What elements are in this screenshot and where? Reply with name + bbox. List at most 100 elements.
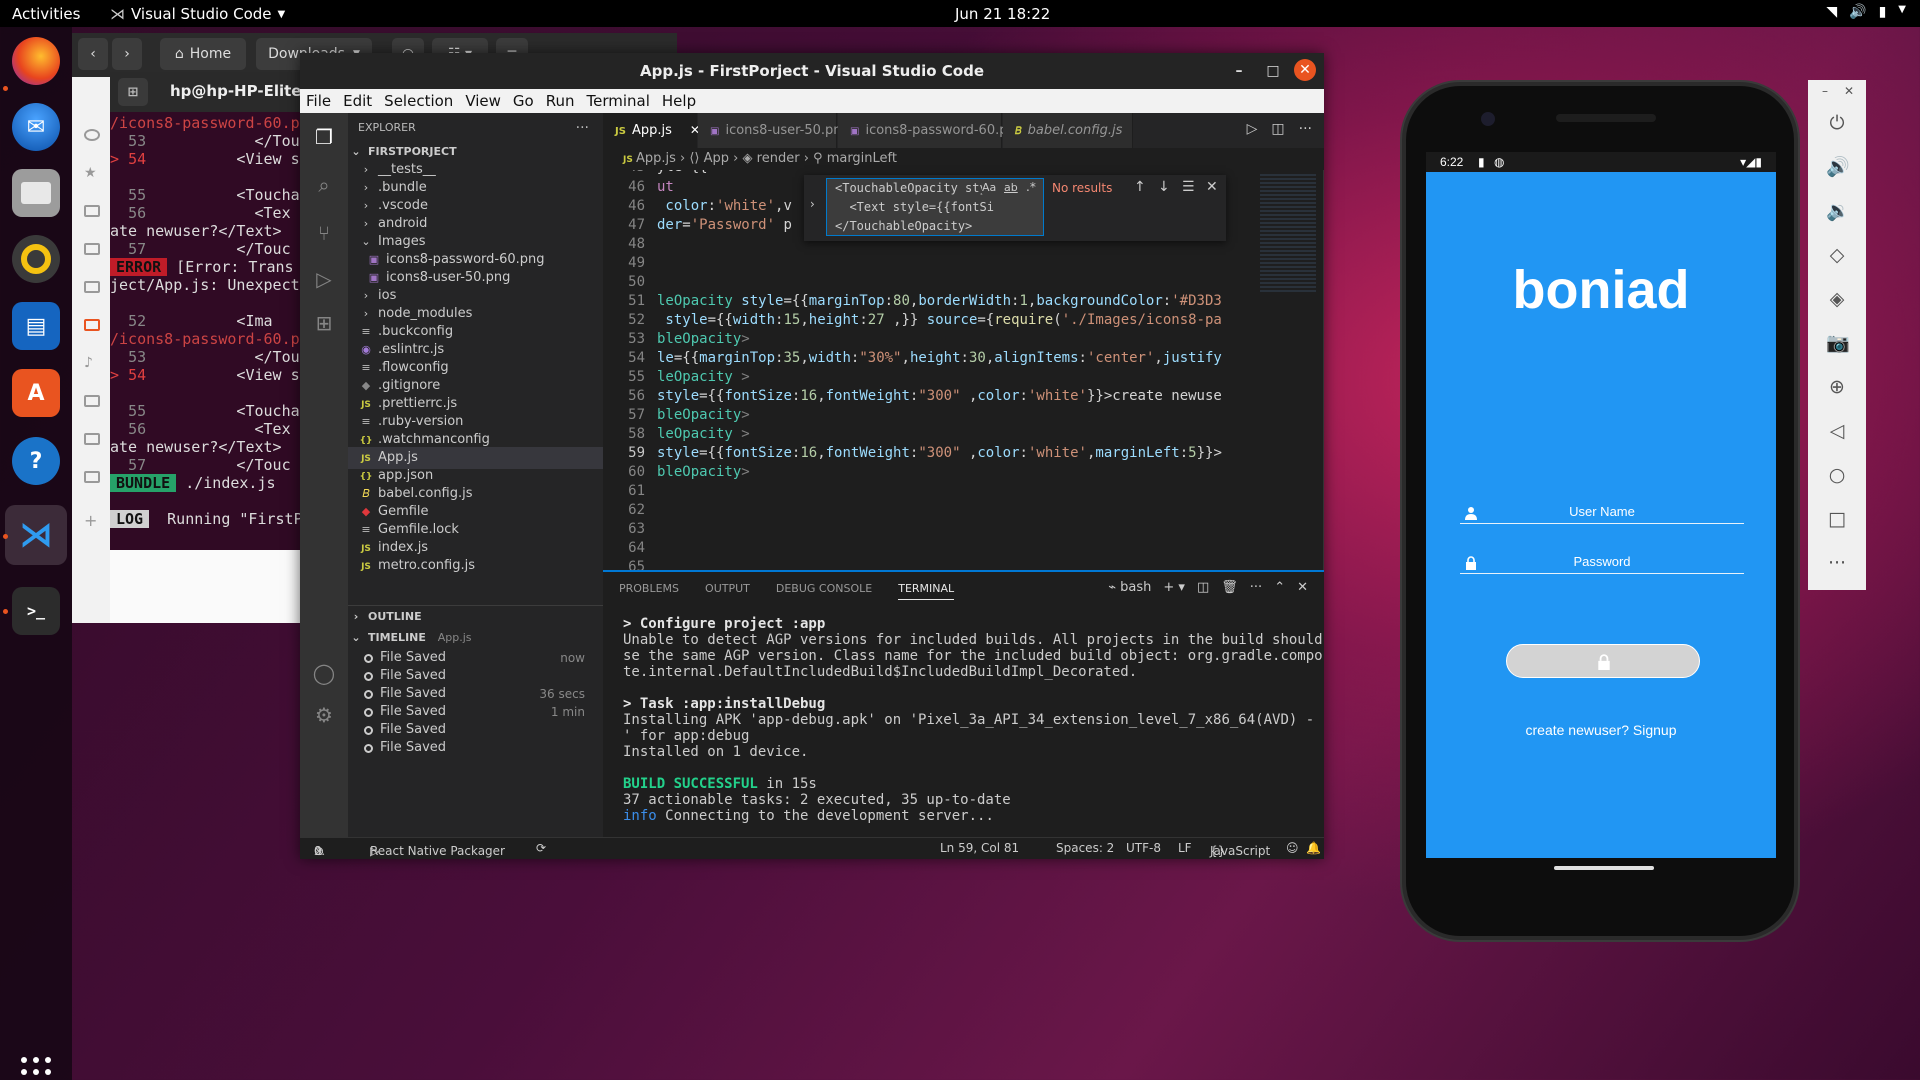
rotate-right-icon[interactable]: ◈: [1826, 288, 1848, 310]
extensions-icon[interactable]: ⊞: [312, 311, 336, 335]
vscode-icon[interactable]: ⋊: [12, 511, 60, 559]
integrated-terminal-output[interactable]: > Configure project :app Unable to detect…: [623, 616, 1324, 824]
end-of-line[interactable]: LF: [1178, 841, 1192, 855]
run-icon[interactable]: ▷: [1247, 121, 1258, 137]
cursor-position[interactable]: Ln 59, Col 81: [940, 841, 1019, 855]
breadcrumb-item[interactable]: App: [704, 151, 729, 166]
documents-icon[interactable]: [84, 281, 100, 293]
previous-match-icon[interactable]: ↑: [1134, 179, 1146, 195]
system-tray[interactable]: ◥ 🔊 ▮ ▼: [1826, 4, 1906, 20]
panel-tab-output[interactable]: OUTPUT: [705, 582, 750, 600]
menu-item-go[interactable]: Go: [507, 92, 540, 110]
kill-terminal-icon[interactable]: 🗑: [1221, 580, 1238, 595]
gesture-nav-bar[interactable]: [1554, 866, 1654, 870]
files-icon[interactable]: [12, 169, 60, 217]
rhythmbox-icon[interactable]: [12, 235, 60, 283]
terminal-icon[interactable]: >_: [12, 587, 60, 635]
volume-up-icon[interactable]: 🔊: [1826, 156, 1850, 178]
explorer-icon[interactable]: ❐: [312, 125, 336, 149]
breadcrumb-item[interactable]: render: [757, 151, 800, 166]
username-field[interactable]: User Name: [1460, 504, 1744, 524]
regex-icon[interactable]: .*: [1026, 180, 1036, 194]
close-icon[interactable]: ✕: [1294, 59, 1316, 81]
minimap[interactable]: [1260, 174, 1316, 294]
outline-section-header[interactable]: › OUTLINE: [348, 605, 603, 627]
close-icon[interactable]: ✕: [1844, 84, 1854, 98]
menu-item-terminal[interactable]: Terminal: [581, 92, 656, 110]
shell-selector[interactable]: ⌁ bash: [1108, 580, 1151, 595]
password-field[interactable]: Password: [1460, 554, 1744, 574]
pictures-icon[interactable]: [84, 395, 100, 407]
home-path-button[interactable]: ⌂ Home: [160, 38, 246, 70]
activities-button[interactable]: Activities: [12, 5, 80, 23]
find-in-selection-icon[interactable]: ☰: [1182, 179, 1195, 195]
maximize-icon[interactable]: □: [1264, 62, 1282, 80]
firefox-icon[interactable]: [12, 37, 60, 85]
new-terminal-icon[interactable]: + ▾: [1163, 580, 1185, 595]
menu-item-file[interactable]: File: [300, 92, 337, 110]
menu-item-selection[interactable]: Selection: [378, 92, 459, 110]
more-actions-icon[interactable]: ···: [1299, 121, 1312, 137]
desktop-icon[interactable]: [84, 243, 100, 255]
timeline-item[interactable]: File Saved: [348, 737, 603, 759]
downloads-icon[interactable]: [84, 319, 100, 331]
match-whole-word-icon[interactable]: ab: [1004, 181, 1018, 194]
sync-icon[interactable]: ⟳: [536, 841, 546, 855]
maximize-panel-icon[interactable]: ⌃: [1274, 580, 1285, 595]
editor-tab[interactable]: ▣ icons8-user-50.png: [698, 113, 850, 148]
software-icon[interactable]: A: [12, 369, 60, 417]
match-case-icon[interactable]: Aa: [982, 181, 997, 194]
minimize-icon[interactable]: –: [1230, 62, 1248, 80]
feedback-icon[interactable]: ☺: [1286, 841, 1299, 855]
overview-icon[interactable]: □: [1826, 508, 1848, 530]
show-applications-button[interactable]: [21, 1057, 51, 1080]
search-icon[interactable]: ⌕: [312, 173, 336, 197]
close-find-icon[interactable]: ✕: [1206, 179, 1218, 195]
menu-item-help[interactable]: Help: [656, 92, 702, 110]
volume-down-icon[interactable]: 🔉: [1826, 200, 1850, 222]
videos-icon[interactable]: [84, 433, 100, 445]
menu-item-run[interactable]: Run: [540, 92, 581, 110]
close-panel-icon[interactable]: ✕: [1297, 580, 1308, 595]
file-tree-item[interactable]: JS metro.config.js: [348, 555, 603, 577]
account-icon[interactable]: ◯: [312, 661, 336, 685]
home-icon[interactable]: [84, 205, 100, 217]
split-editor-icon[interactable]: ◫: [1271, 121, 1284, 137]
home-icon[interactable]: ○: [1826, 464, 1848, 486]
back-button[interactable]: ‹: [78, 38, 108, 70]
split-terminal-icon[interactable]: ◫: [1197, 580, 1209, 595]
writer-icon[interactable]: ▤: [12, 302, 60, 350]
source-control-icon[interactable]: ⑂: [312, 221, 336, 245]
editor-tab[interactable]: ▣ icons8-password-60.png: [838, 113, 1024, 148]
more-actions-icon[interactable]: ···: [576, 117, 589, 139]
panel-tab-debug-console[interactable]: DEBUG CONSOLE: [776, 582, 872, 600]
menu-item-edit[interactable]: Edit: [337, 92, 378, 110]
login-button[interactable]: [1506, 644, 1700, 678]
help-icon[interactable]: ?: [12, 437, 60, 485]
panel-tab-problems[interactable]: PROBLEMS: [619, 582, 679, 600]
timeline-section-header[interactable]: ⌄ TIMELINE App.js: [348, 627, 603, 649]
indentation[interactable]: Spaces: 2: [1056, 841, 1114, 855]
rotate-left-icon[interactable]: ◇: [1826, 244, 1848, 266]
editor-tab[interactable]: 𝐵babel.config.js: [1003, 113, 1133, 148]
forward-button[interactable]: ›: [112, 38, 142, 70]
editor-tab[interactable]: JS App.js ✕: [603, 113, 700, 148]
breadcrumb-item[interactable]: App.js: [636, 151, 676, 166]
more-actions-icon[interactable]: ···: [1250, 580, 1262, 595]
more-options-icon[interactable]: ···: [1826, 552, 1848, 574]
breadcrumb-item[interactable]: marginLeft: [827, 151, 897, 166]
run-debug-icon[interactable]: ▷: [312, 267, 336, 291]
minimize-icon[interactable]: –: [1822, 84, 1828, 98]
recent-icon[interactable]: [84, 129, 100, 141]
encoding[interactable]: UTF-8: [1126, 841, 1161, 855]
zoom-icon[interactable]: ⊕: [1826, 376, 1848, 398]
phone-screen[interactable]: 6:22 ▮ ◍ ▾◢▮ boniad User Name Password c…: [1426, 152, 1776, 858]
new-tab-icon[interactable]: ⊞: [118, 78, 148, 106]
panel-tab-terminal[interactable]: TERMINAL: [898, 582, 955, 600]
app-menu[interactable]: ⋊ Visual Studio Code ▼: [110, 5, 285, 23]
toggle-replace-icon[interactable]: ›: [810, 197, 815, 211]
starred-icon[interactable]: ★: [84, 166, 100, 180]
next-match-icon[interactable]: ↓: [1158, 179, 1170, 195]
camera-icon[interactable]: 📷: [1826, 332, 1850, 354]
signup-link[interactable]: create newuser? Signup: [1426, 722, 1776, 738]
